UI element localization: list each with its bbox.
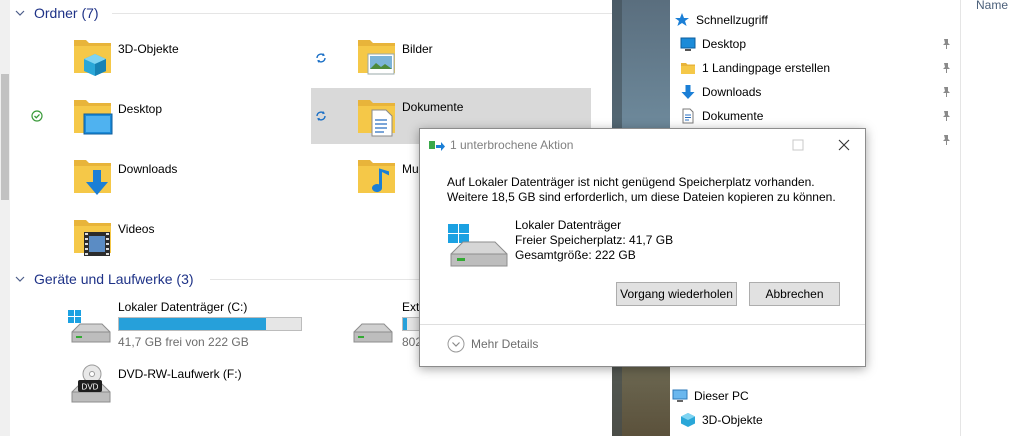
nav-item-3d-objects[interactable]: 3D-Objekte bbox=[680, 410, 763, 430]
nav-label: 3D-Objekte bbox=[702, 413, 763, 427]
folder-videos[interactable]: Videos bbox=[72, 214, 292, 270]
interrupted-action-dialog: 1 unterbrochene Aktion Auf Lokaler Daten… bbox=[419, 128, 866, 367]
close-icon[interactable] bbox=[834, 135, 854, 155]
nav-quick-access[interactable]: Schnellzugriff bbox=[674, 10, 768, 30]
drive-usage-fill bbox=[119, 318, 267, 330]
nav-item-landingpage[interactable]: 1 Landingpage erstellen bbox=[680, 58, 830, 78]
documents-icon bbox=[682, 108, 694, 124]
drive-name: DVD-RW-Laufwerk (F:) bbox=[118, 367, 242, 381]
pin-icon[interactable] bbox=[940, 62, 952, 74]
nav-label: 1 Landingpage erstellen bbox=[702, 61, 831, 75]
group-title: Ordner (7) bbox=[34, 5, 99, 21]
group-title: Geräte und Laufwerke (3) bbox=[34, 271, 194, 287]
external-drive-icon bbox=[353, 323, 393, 343]
column-header-name[interactable]: Name bbox=[976, 0, 1008, 12]
dialog-drive-name: Lokaler Datenträger bbox=[515, 218, 622, 232]
dialog-title: 1 unterbrochene Aktion bbox=[450, 138, 574, 152]
folder-3d-objects[interactable]: 3D-Objekte bbox=[72, 34, 292, 90]
synced-check-icon bbox=[31, 110, 43, 122]
computer-icon bbox=[672, 389, 688, 402]
nav-item-desktop[interactable]: Desktop bbox=[680, 34, 746, 54]
videos-icon bbox=[74, 220, 111, 256]
nav-this-pc[interactable]: Dieser PC bbox=[672, 386, 749, 406]
dialog-divider bbox=[420, 324, 865, 325]
vertical-scrollbar[interactable] bbox=[0, 0, 10, 436]
dialog-message-line2: Weitere 18,5 GB sind erforderlich, um di… bbox=[447, 190, 836, 204]
group-header-folders[interactable]: Ordner (7) bbox=[14, 2, 99, 24]
downloads-icon bbox=[681, 85, 695, 99]
maximize-icon[interactable] bbox=[788, 135, 808, 155]
sync-icon bbox=[316, 111, 326, 121]
pin-icon[interactable] bbox=[940, 38, 952, 50]
nav-label: Downloads bbox=[702, 85, 762, 99]
group-divider bbox=[112, 13, 612, 14]
more-details-toggle[interactable]: Mehr Details bbox=[447, 335, 538, 353]
folder-label: Desktop bbox=[118, 102, 163, 116]
dialog-message-line1: Auf Lokaler Datenträger ist nicht genüge… bbox=[447, 175, 815, 189]
copy-transfer-icon bbox=[429, 141, 445, 151]
folder-desktop[interactable]: Desktop bbox=[72, 94, 292, 150]
folder-label: 3D-Objekte bbox=[118, 42, 179, 56]
folder-label: Downloads bbox=[118, 162, 178, 176]
nav-label: Desktop bbox=[702, 37, 747, 51]
group-header-devices[interactable]: Geräte und Laufwerke (3) bbox=[14, 268, 194, 290]
sync-icon bbox=[316, 53, 326, 63]
retry-button[interactable]: Vorgang wiederholen bbox=[616, 282, 737, 306]
desktop-icon bbox=[74, 100, 113, 135]
drive-external[interactable]: Ext 802 bbox=[352, 300, 422, 360]
dvd-badge: DVD bbox=[82, 383, 99, 392]
drive-usage-fill bbox=[403, 318, 407, 330]
downloads-icon bbox=[74, 160, 111, 195]
drive-usage-bar bbox=[118, 317, 302, 331]
folder-icon bbox=[681, 63, 695, 74]
drive-name: Ext bbox=[402, 300, 420, 314]
nav-label: Dieser PC bbox=[694, 389, 749, 403]
local-drive-icon bbox=[68, 310, 111, 343]
star-icon bbox=[675, 13, 689, 26]
folder-label: Videos bbox=[118, 222, 155, 236]
cancel-button[interactable]: Abbrechen bbox=[749, 282, 840, 306]
3d-objects-icon bbox=[74, 40, 111, 76]
dialog-free-space: Freier Speicherplatz: 41,7 GB bbox=[515, 233, 674, 247]
pictures-icon bbox=[358, 40, 395, 75]
pin-icon[interactable] bbox=[940, 134, 952, 146]
drive-dvd-f[interactable]: DVD DVD-RW-Laufwerk (F:) bbox=[68, 360, 308, 420]
column-divider bbox=[960, 0, 961, 436]
folder-label: Bilder bbox=[402, 42, 433, 56]
pin-icon[interactable] bbox=[940, 110, 952, 122]
nav-item-documents[interactable]: Dokumente bbox=[680, 106, 763, 126]
folder-pictures[interactable]: Bilder bbox=[356, 34, 590, 90]
chevron-down-icon bbox=[15, 10, 25, 16]
drive-local-c[interactable]: Lokaler Datenträger (C:) 41,7 GB frei vo… bbox=[68, 300, 308, 360]
dvd-drive-icon: DVD bbox=[71, 364, 111, 403]
more-details-label: Mehr Details bbox=[471, 337, 539, 351]
local-drive-icon bbox=[448, 224, 508, 267]
folder-downloads[interactable]: Downloads bbox=[72, 154, 292, 210]
folder-label: Dokumente bbox=[402, 100, 464, 114]
music-icon bbox=[358, 160, 395, 193]
chevron-down-circle-icon bbox=[447, 335, 465, 353]
pin-icon[interactable] bbox=[940, 86, 952, 98]
nav-label: Schnellzugriff bbox=[696, 13, 768, 27]
chevron-down-icon bbox=[15, 276, 25, 282]
drive-name: Lokaler Datenträger (C:) bbox=[118, 300, 248, 314]
drive-free-space: 41,7 GB frei von 222 GB bbox=[118, 335, 249, 349]
dialog-total-size: Gesamtgröße: 222 GB bbox=[515, 248, 636, 262]
scrollbar-thumb[interactable] bbox=[1, 74, 9, 200]
3d-objects-icon bbox=[681, 413, 695, 427]
folder-label: Mu bbox=[402, 162, 419, 176]
folder-music[interactable]: Mu bbox=[356, 154, 419, 210]
nav-label: Dokumente bbox=[702, 109, 764, 123]
desktop-icon bbox=[680, 37, 696, 51]
documents-icon bbox=[358, 100, 395, 137]
nav-item-downloads[interactable]: Downloads bbox=[680, 82, 761, 102]
